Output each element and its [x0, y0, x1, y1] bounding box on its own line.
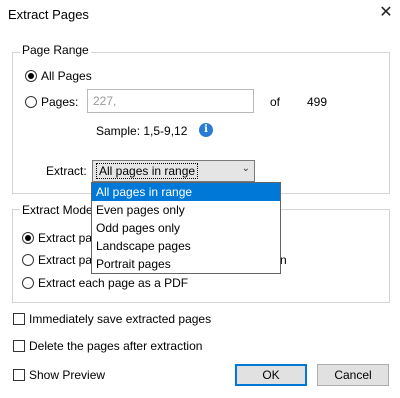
- of-label: of: [270, 95, 281, 109]
- dropdown-option-odd-pages[interactable]: Odd pages only: [92, 219, 280, 237]
- pages-input[interactable]: 227,: [87, 89, 254, 113]
- pages-label[interactable]: Pages:: [41, 95, 78, 109]
- info-icon[interactable]: i: [199, 123, 213, 137]
- ok-button[interactable]: OK: [235, 364, 307, 386]
- dropdown-option-even-pages[interactable]: Even pages only: [92, 201, 280, 219]
- extract-mode-radio-1[interactable]: [22, 232, 34, 244]
- extract-mode-radio-3[interactable]: [22, 277, 34, 289]
- delete-after-label[interactable]: Delete the pages after extraction: [29, 339, 202, 353]
- pages-radio[interactable]: [25, 96, 37, 108]
- close-icon[interactable]: ✕: [378, 5, 394, 21]
- sample-text: Sample: 1,5-9,12: [96, 124, 188, 138]
- chevron-down-icon: ⌄: [241, 163, 250, 174]
- save-immediately-checkbox[interactable]: [13, 313, 25, 325]
- extract-mode-label-2-tail: n: [280, 253, 287, 267]
- window-title: Extract Pages: [8, 7, 89, 22]
- all-pages-label[interactable]: All Pages: [41, 69, 92, 83]
- all-pages-radio[interactable]: [25, 70, 37, 82]
- extract-label: Extract:: [46, 164, 87, 178]
- extract-select-value: All pages in range: [96, 163, 199, 179]
- show-preview-checkbox[interactable]: [13, 369, 25, 381]
- extract-mode-label-3[interactable]: Extract each page as a PDF: [38, 276, 188, 290]
- cancel-button[interactable]: Cancel: [317, 364, 389, 386]
- total-pages: 499: [307, 95, 328, 109]
- extract-mode-label-2[interactable]: Extract pa: [38, 253, 92, 267]
- dropdown-option-landscape-pages[interactable]: Landscape pages: [92, 237, 280, 255]
- extract-select[interactable]: All pages in range ⌄: [92, 160, 255, 182]
- show-preview-label[interactable]: Show Preview: [29, 368, 105, 382]
- extract-mode-legend: Extract Mode: [20, 203, 95, 217]
- extract-dropdown-list: All pages in range Even pages only Odd p…: [91, 182, 281, 274]
- pages-input-value: 227,: [93, 94, 117, 108]
- dropdown-option-portrait-pages[interactable]: Portrait pages: [92, 255, 280, 273]
- save-immediately-label[interactable]: Immediately save extracted pages: [29, 312, 211, 326]
- extract-mode-radio-2[interactable]: [22, 254, 34, 266]
- dropdown-option-all-pages[interactable]: All pages in range: [92, 183, 280, 201]
- page-range-legend: Page Range: [20, 43, 91, 57]
- delete-after-checkbox[interactable]: [13, 340, 25, 352]
- extract-mode-label-1[interactable]: Extract pa: [38, 231, 92, 245]
